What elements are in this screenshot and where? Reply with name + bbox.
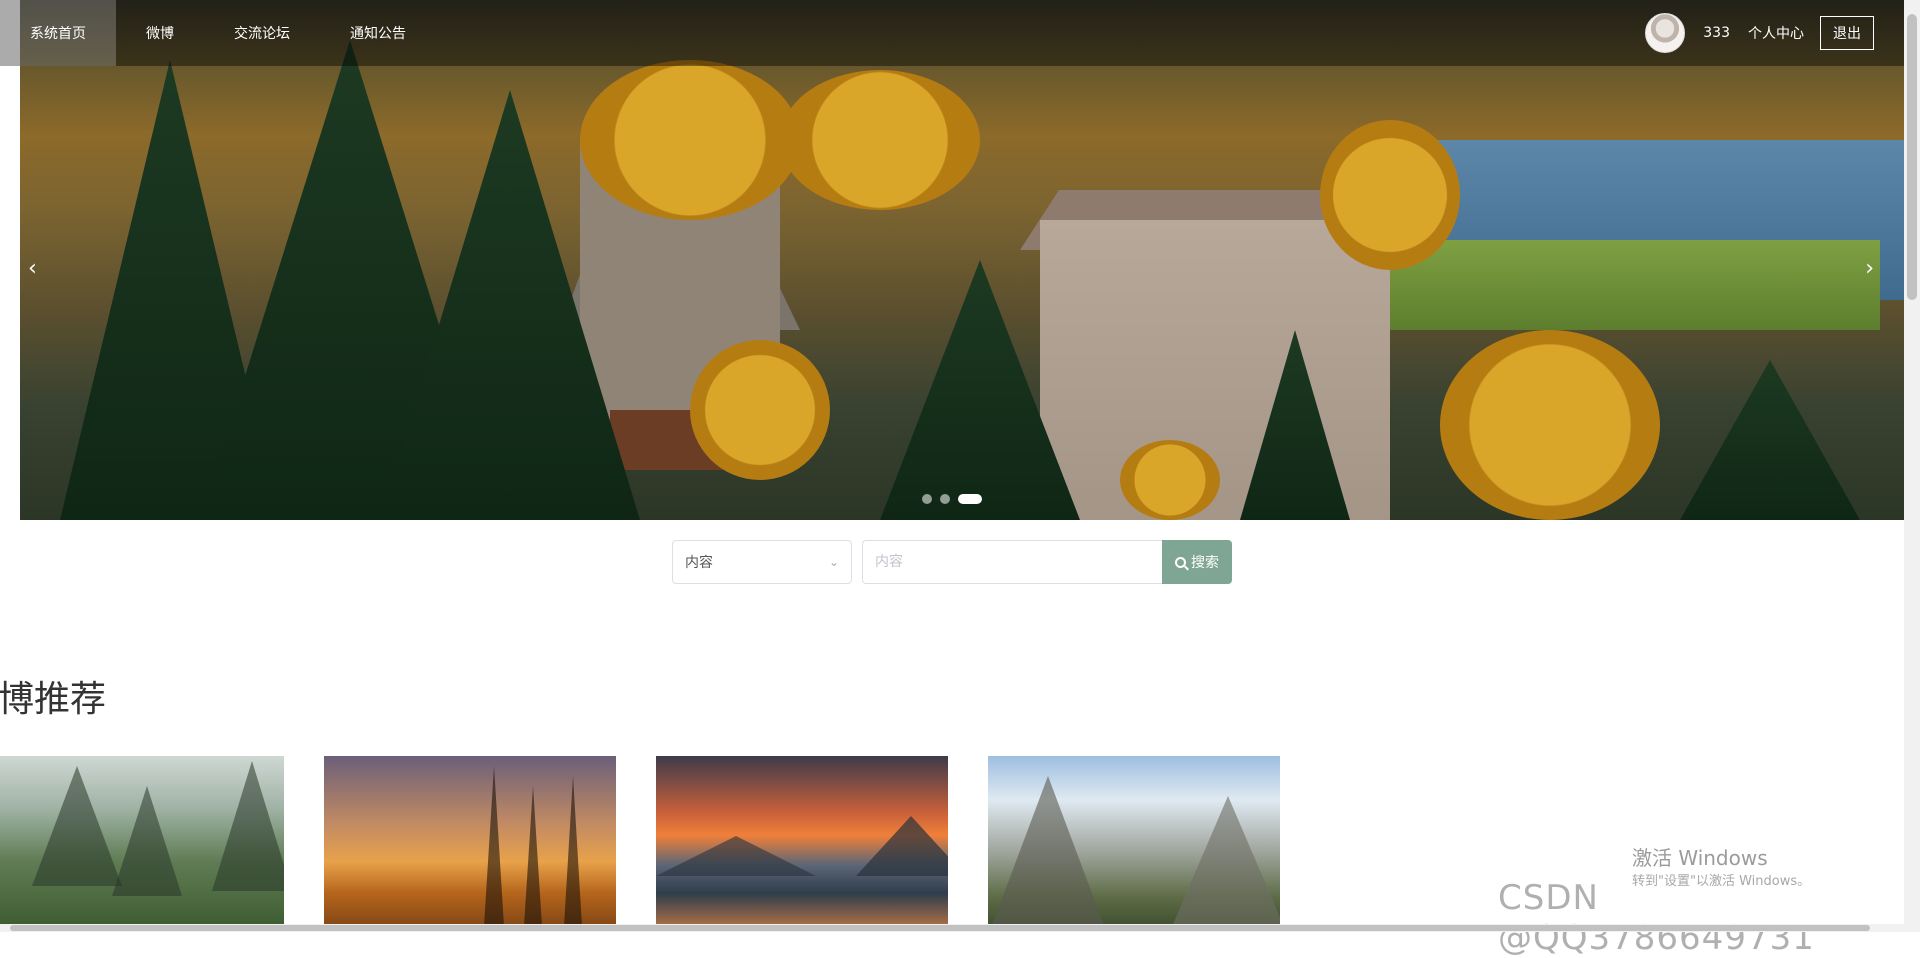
recommend-card[interactable] <box>656 756 948 932</box>
avatar[interactable] <box>1645 13 1685 53</box>
card-image-shape <box>564 776 582 926</box>
recommend-card[interactable] <box>988 756 1280 932</box>
banner-foliage <box>1320 120 1460 270</box>
top-nav: 系统首页 微博 交流论坛 通知公告 333 个人中心 退出 <box>0 0 1904 66</box>
vertical-scrollbar[interactable] <box>1904 0 1920 932</box>
carousel-prev-arrow-icon[interactable]: ‹ <box>28 256 37 281</box>
search-button-label: 搜索 <box>1191 552 1219 572</box>
card-image-shape <box>484 766 504 926</box>
card-image-shape <box>32 766 122 886</box>
nav-item-label: 微博 <box>146 23 174 43</box>
section-title: 博推荐 <box>0 670 106 722</box>
logout-button[interactable]: 退出 <box>1820 16 1874 50</box>
banner-foliage <box>690 340 830 480</box>
search-input[interactable] <box>862 540 1162 584</box>
csdn-watermark: CSDN @QQ3786649731 <box>1498 878 1920 958</box>
recommend-card[interactable] <box>0 756 284 932</box>
recommend-list <box>0 756 1280 932</box>
banner-foliage <box>780 70 980 210</box>
nav-item-label: 通知公告 <box>350 23 406 43</box>
nav-item-forum[interactable]: 交流论坛 <box>204 0 320 66</box>
nav-item-label: 交流论坛 <box>234 23 290 43</box>
card-image-shape <box>656 836 816 876</box>
chevron-down-icon: ⌄ <box>829 555 839 569</box>
card-image-shape <box>524 786 542 926</box>
nav-item-notice[interactable]: 通知公告 <box>320 0 436 66</box>
horizontal-scrollbar[interactable] <box>0 924 1904 932</box>
vertical-scroll-thumb[interactable] <box>1907 14 1917 300</box>
carousel-dot-2[interactable] <box>940 494 950 504</box>
user-area: 333 个人中心 退出 <box>1645 0 1874 66</box>
card-image-shape <box>856 816 948 876</box>
carousel-dot-3[interactable] <box>958 494 982 504</box>
username: 333 <box>1703 25 1730 41</box>
carousel-indicators <box>922 494 982 504</box>
banner-foliage <box>1440 330 1660 520</box>
search-bar: 内容 ⌄ 搜索 <box>672 540 1232 584</box>
card-image-shape <box>1168 796 1280 932</box>
card-image-shape <box>112 786 182 896</box>
banner-foliage <box>1120 440 1220 520</box>
card-image-shape <box>212 761 284 891</box>
card-image-shape <box>988 776 1108 932</box>
personal-center-link[interactable]: 个人中心 <box>1748 23 1804 43</box>
search-icon <box>1175 557 1186 568</box>
search-field-select[interactable]: 内容 ⌄ <box>672 540 852 584</box>
nav-item-label: 系统首页 <box>30 23 86 43</box>
windows-activation-title: 激活 Windows <box>1632 842 1768 871</box>
banner-foliage <box>580 60 800 220</box>
select-value: 内容 <box>685 552 713 572</box>
nav-item-weibo[interactable]: 微博 <box>116 0 204 66</box>
recommend-card[interactable] <box>324 756 616 932</box>
carousel-next-arrow-icon[interactable]: › <box>1865 256 1874 281</box>
banner-carousel: ‹ › <box>20 0 1904 520</box>
search-button[interactable]: 搜索 <box>1162 540 1232 584</box>
nav-item-home[interactable]: 系统首页 <box>0 0 116 66</box>
carousel-dot-1[interactable] <box>922 494 932 504</box>
banner-meadow <box>1380 240 1880 330</box>
horizontal-scroll-thumb[interactable] <box>10 925 1870 931</box>
